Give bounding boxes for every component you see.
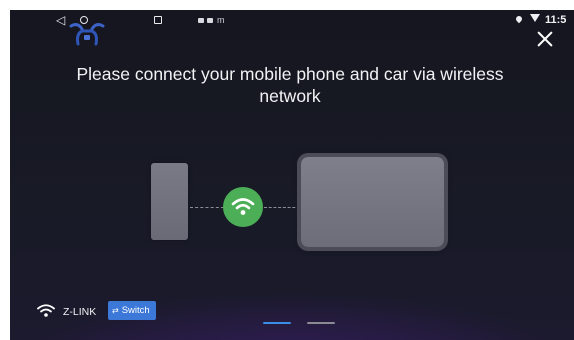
- connection-instruction: Please connect your mobile phone and car…: [76, 64, 504, 106]
- status-time: 11:5: [545, 14, 567, 26]
- location-icon: [514, 14, 524, 24]
- notification-icon: [207, 18, 213, 23]
- wifi-icon: [231, 198, 255, 215]
- car-screen-icon: [301, 157, 444, 247]
- wifi-icon: [37, 303, 55, 323]
- switch-button[interactable]: ⇄ Switch: [108, 301, 156, 320]
- notification-icon: [198, 18, 204, 23]
- wifi-badge: [223, 187, 263, 227]
- nav-recents-icon[interactable]: [154, 16, 162, 24]
- connection-line: [264, 207, 300, 208]
- swap-icon: ⇄: [112, 306, 119, 315]
- phone-icon: [151, 163, 188, 240]
- notification-icon: m: [217, 15, 225, 25]
- page-indicator-active[interactable]: [263, 322, 291, 324]
- zlink-logo-icon: [68, 20, 106, 48]
- nav-back-icon[interactable]: ◁: [56, 13, 65, 27]
- connection-line: [190, 207, 224, 208]
- wifi-signal-icon: [530, 14, 540, 22]
- switch-label: Switch: [121, 305, 150, 316]
- page-indicator-inactive[interactable]: [307, 322, 335, 324]
- close-button[interactable]: [534, 28, 556, 50]
- connection-name: Z-LINK: [63, 306, 97, 318]
- app-screen: ◁ m 11:5 Please connect your mobile phon…: [10, 10, 574, 340]
